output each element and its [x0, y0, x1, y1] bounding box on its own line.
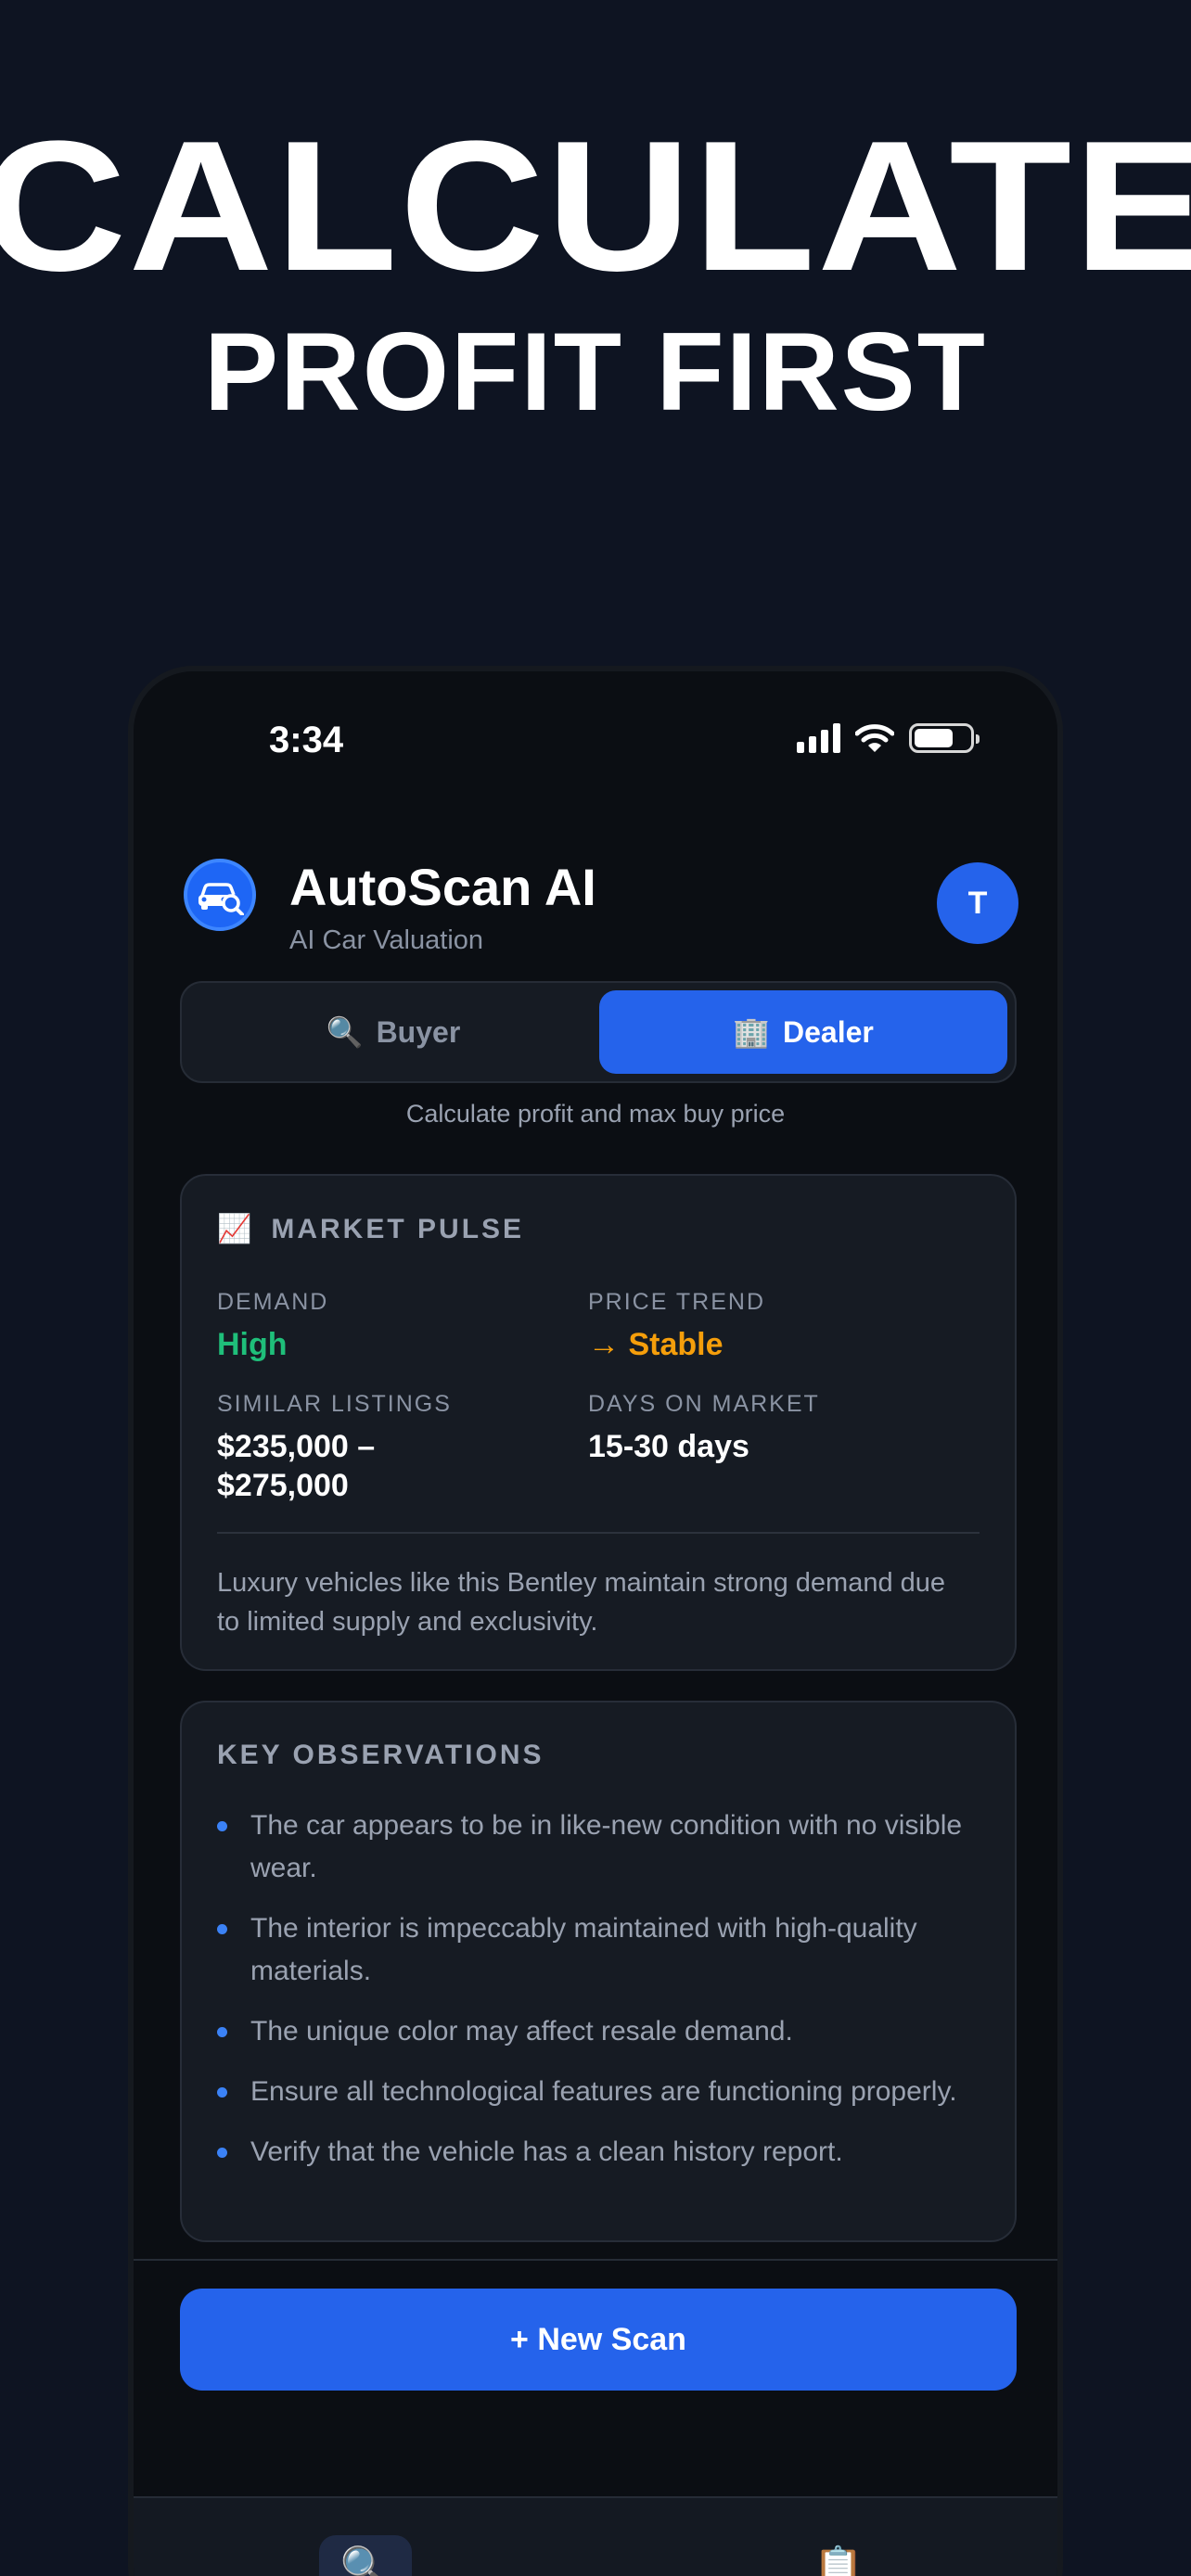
market-divider: [217, 1532, 980, 1534]
status-icons: [797, 723, 980, 753]
cellular-signal-icon: [797, 723, 840, 753]
list-item: The unique color may affect resale deman…: [217, 2010, 978, 2053]
dealer-mode-button[interactable]: 🏢 Dealer: [599, 990, 1007, 1074]
user-avatar[interactable]: T: [937, 862, 1018, 944]
list-item: Verify that the vehicle has a clean hist…: [217, 2131, 978, 2174]
car-search-logo-icon: [184, 859, 256, 931]
demand-value: High: [217, 1327, 288, 1362]
observation-text: The unique color may affect resale deman…: [250, 2016, 793, 2047]
bullet-icon: [217, 2148, 227, 2158]
app-subtitle: AI Car Valuation: [289, 925, 484, 955]
days-on-market-value: 15-30 days: [588, 1429, 749, 1464]
market-note: Luxury vehicles like this Bentley mainta…: [217, 1568, 946, 1637]
dealer-mode-label: Dealer: [783, 1014, 874, 1049]
observation-text: The interior is impeccably maintained wi…: [250, 1913, 917, 1986]
buyer-mode-button[interactable]: 🔍 Buyer: [189, 990, 597, 1074]
demand-stat: DEMAND High: [217, 1289, 328, 1364]
similar-listings-stat: SIMILAR LISTINGS $235,000 – $275,000: [217, 1391, 458, 1505]
price-trend-value: → Stable: [588, 1327, 724, 1362]
status-time: 3:34: [269, 720, 344, 760]
wifi-icon: [855, 724, 894, 752]
app-title: AutoScan AI: [289, 858, 596, 916]
demand-label: DEMAND: [217, 1289, 329, 1315]
bullet-icon: [217, 1924, 227, 1934]
magnifier-icon: 🔍: [326, 1015, 364, 1049]
similar-listings-label: SIMILAR LISTINGS: [217, 1391, 452, 1417]
phone-frame: 3:34 AutoScan AI AI Car Valuation T 🔍 Bu…: [128, 666, 1063, 2576]
observation-list: The car appears to be in like-new condit…: [217, 1804, 978, 2191]
price-trend-label: PRICE TREND: [588, 1289, 766, 1315]
promo-headline-line1: CALCULATE: [0, 103, 1191, 310]
buyer-mode-label: Buyer: [376, 1014, 461, 1049]
observation-text: Ensure all technological features are fu…: [250, 2076, 957, 2107]
bullet-icon: [217, 1821, 227, 1831]
action-divider: [134, 2259, 1057, 2261]
similar-listings-value: $235,000 – $275,000: [217, 1429, 376, 1503]
tab-bar: 🔍 📋: [134, 2496, 1057, 2576]
app-header: AutoScan AI AI Car Valuation T: [184, 848, 1018, 955]
market-pulse-heading: MARKET PULSE: [271, 1213, 525, 1244]
days-on-market-label: DAYS ON MARKET: [588, 1391, 820, 1417]
bullet-icon: [217, 2027, 227, 2037]
clipboard-icon: 📋: [813, 2545, 864, 2576]
mode-caption: Calculate profit and max buy price: [405, 1100, 786, 1128]
key-observations-title: KEY OBSERVATIONS: [217, 1740, 544, 1770]
list-item: The car appears to be in like-new condit…: [217, 1804, 978, 1890]
tab-scan[interactable]: 🔍: [319, 2535, 412, 2576]
list-item: Ensure all technological features are fu…: [217, 2071, 978, 2113]
market-pulse-title: 📈 MARKET PULSE: [217, 1213, 524, 1245]
days-on-market-stat: DAYS ON MARKET 15-30 days: [588, 1391, 820, 1466]
chart-increasing-icon: 📈: [217, 1214, 255, 1244]
key-observations-card: KEY OBSERVATIONS The car appears to be i…: [180, 1701, 1017, 2242]
list-item: The interior is impeccably maintained wi…: [217, 1907, 978, 1993]
promo-headline-line2: PROFIT FIRST: [204, 310, 987, 434]
price-trend-stat: PRICE TREND → Stable: [588, 1289, 765, 1364]
new-scan-button[interactable]: + New Scan: [180, 2289, 1017, 2391]
office-building-icon: 🏢: [733, 1015, 770, 1049]
market-pulse-card: 📈 MARKET PULSE DEMAND High PRICE TREND →…: [180, 1174, 1017, 1671]
mode-toggle: 🔍 Buyer 🏢 Dealer: [180, 981, 1017, 1083]
observation-text: The car appears to be in like-new condit…: [250, 1810, 963, 1883]
observation-text: Verify that the vehicle has a clean hist…: [250, 2136, 843, 2167]
bullet-icon: [217, 2087, 227, 2098]
tab-history[interactable]: 📋: [792, 2535, 885, 2576]
magnifier-icon: 🔍: [339, 2545, 391, 2576]
status-bar: 3:34: [134, 671, 1057, 820]
battery-icon: [909, 723, 980, 753]
